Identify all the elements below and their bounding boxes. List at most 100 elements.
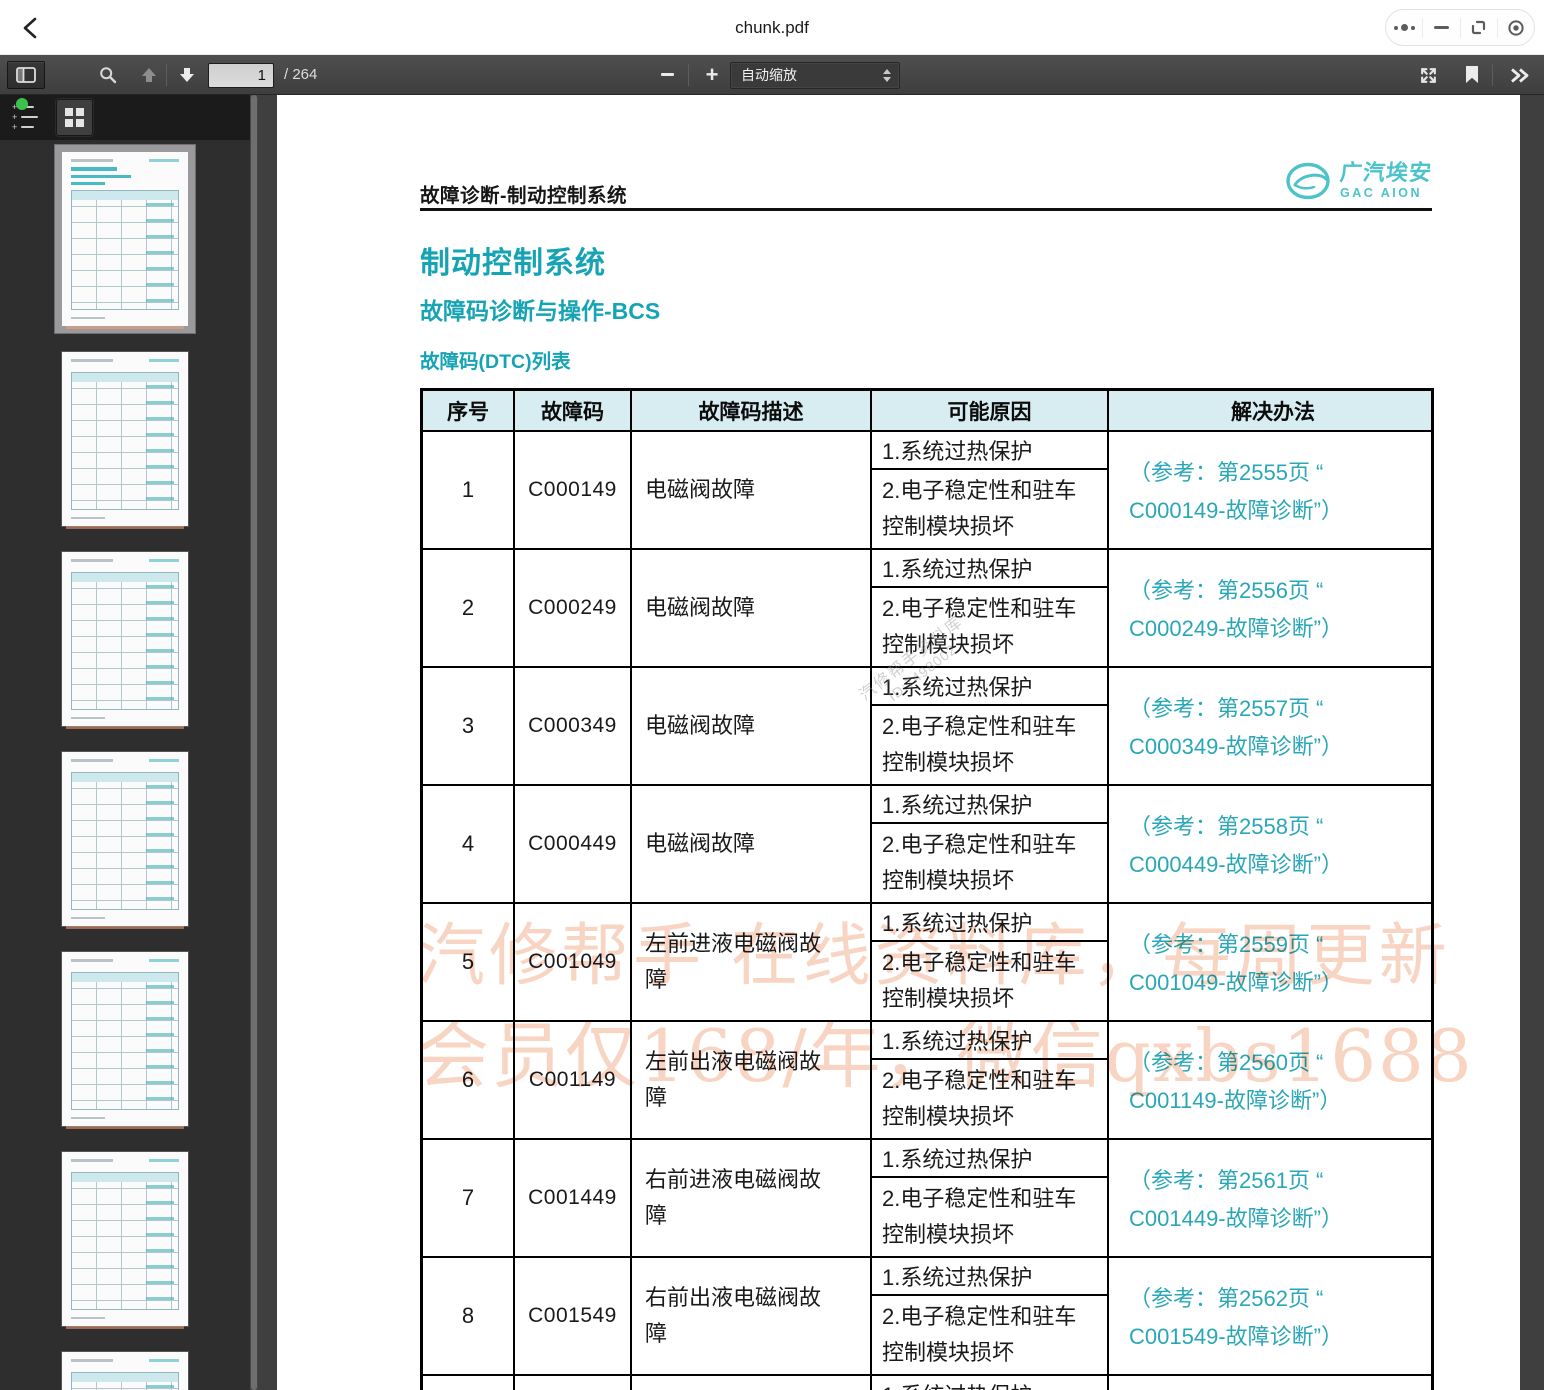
page-count-label: / 264	[284, 66, 318, 83]
arrow-up-icon	[142, 68, 156, 82]
find-button[interactable]	[92, 61, 124, 89]
more-menu-button[interactable]	[1386, 10, 1422, 45]
minimize-icon	[1433, 26, 1449, 29]
bookmark-button[interactable]	[1458, 61, 1486, 89]
table-row: 6 C001149 左前出液电磁阀故障 1.系统过热保护 2.电子稳定性和驻车控制模块损…	[423, 1020, 1431, 1138]
cell-index: 6	[461, 1067, 475, 1092]
page-number-input[interactable]	[208, 63, 274, 88]
plus-icon: +	[705, 62, 719, 87]
document-outline-button[interactable]: + + +	[8, 98, 44, 136]
presentation-mode-button[interactable]	[1412, 61, 1444, 89]
cell-solution-reference[interactable]: （参考：第2559页 “C001049-故障诊断”）	[1107, 904, 1437, 1020]
section-title: 制动控制系统	[420, 247, 606, 280]
divider	[166, 64, 167, 86]
page-thumbnail[interactable]	[62, 1352, 188, 1390]
cell-solution-reference[interactable]: （参考：第2555页 “C000149-故障诊断”）	[1107, 432, 1437, 548]
cell-description	[630, 1376, 870, 1390]
cell-dtc-code: C000249	[513, 550, 630, 666]
fullscreen-icon	[1420, 67, 1436, 83]
cell-possible-causes: 1.系统过热保护 2.电子稳定性和驻车控制模块损坏	[870, 432, 1107, 548]
table-row: 1 C000149 电磁阀故障 1.系统过热保护 2.电子稳定性和驻车控制模块损坏 （参考…	[423, 430, 1431, 548]
dtc-table: 序号 故障码 故障码描述 可能原因 解决办法 1 C000149 电磁阀故障 1.系统过热保护…	[420, 388, 1434, 1390]
cell-index: 7	[461, 1185, 475, 1210]
page-thumbnail[interactable]	[62, 752, 188, 929]
cell-solution-reference[interactable]: （参考：第2561页 “C001449-故障诊断”）	[1107, 1140, 1437, 1256]
cause-item: 1.系统过热保护	[872, 550, 1107, 588]
cause-item: 1.系统过热保护	[872, 1258, 1107, 1296]
dots-icon	[1393, 25, 1398, 30]
page-thumbnail[interactable]	[62, 552, 188, 729]
gac-emblem-icon	[1286, 162, 1330, 200]
cell-solution-reference[interactable]: （参考：第2558页 “C000449-故障诊断”）	[1107, 786, 1437, 902]
pdf-toolbar: / 264 + 自动缩放	[0, 55, 1544, 95]
cause-item: 2.电子稳定性和驻车控制模块损坏	[882, 1304, 1077, 1365]
thumbnail-view-button[interactable]	[56, 99, 93, 136]
close-capsule-button[interactable]	[1498, 10, 1534, 45]
green-status-dot	[16, 98, 28, 110]
cell-index: 5	[461, 949, 475, 974]
cell-index: 8	[461, 1303, 475, 1328]
zoom-out-button[interactable]	[652, 61, 682, 89]
next-page-button[interactable]	[172, 61, 202, 89]
previous-page-button[interactable]	[134, 61, 164, 89]
cell-solution-reference[interactable]: （参考：第2560页 “C001149-故障诊断”）	[1107, 1022, 1437, 1138]
column-header: 可能原因	[870, 391, 1107, 430]
cause-item: 1.系统过热保护	[872, 668, 1107, 706]
page-thumbnail[interactable]	[62, 1152, 188, 1329]
cell-solution-reference[interactable]: （参考：第2562页 “C001549-故障诊断”）	[1107, 1258, 1437, 1374]
cell-solution-reference	[1107, 1376, 1437, 1390]
sidebar-toggle-button[interactable]	[7, 61, 45, 89]
dtc-list-title: 故障码(DTC)列表	[420, 351, 571, 373]
cell-solution-reference[interactable]: （参考：第2557页 “C000349-故障诊断”）	[1107, 668, 1437, 784]
window-controls	[1385, 9, 1535, 46]
cell-dtc-code: C000149	[513, 432, 630, 548]
restore-button[interactable]	[1461, 10, 1497, 45]
cell-description: 右前出液电磁阀故障	[630, 1258, 870, 1374]
column-header: 序号	[447, 400, 489, 424]
cause-item: 1.系统过热保护	[872, 1376, 1107, 1390]
column-header: 解决办法	[1107, 391, 1437, 430]
cell-index: 3	[461, 713, 475, 738]
page-thumbnail[interactable]	[62, 152, 188, 329]
cell-solution-reference[interactable]: （参考：第2556页 “C000249-故障诊断”）	[1107, 550, 1437, 666]
page-thumbnail[interactable]	[62, 352, 188, 529]
cell-possible-causes: 1.系统过热保护 2.电子稳定性和驻车控制模块损坏	[870, 668, 1107, 784]
arrow-down-icon	[180, 68, 194, 82]
cause-item: 1.系统过热保护	[872, 904, 1107, 942]
table-body: 1 C000149 电磁阀故障 1.系统过热保护 2.电子稳定性和驻车控制模块损坏 （参考…	[423, 430, 1431, 1390]
cell-dtc-code: C001149	[513, 1022, 630, 1138]
cause-item: 1.系统过热保护	[872, 786, 1107, 824]
table-row: 2 C000249 电磁阀故障 1.系统过热保护 2.电子稳定性和驻车控制模块损坏 （参考…	[423, 548, 1431, 666]
table-row: 4 C000449 电磁阀故障 1.系统过热保护 2.电子稳定性和驻车控制模块损坏 （参考…	[423, 784, 1431, 902]
cause-item: 2.电子稳定性和驻车控制模块损坏	[882, 832, 1077, 893]
pdf-viewer-area: 故障诊断-制动控制系统 广汽埃安 GAC AION 制动控制系统 故障码诊断与操…	[258, 95, 1544, 1390]
cell-possible-causes: 1.系统过热保护 2.电子稳定性和驻车控制模块损坏	[870, 1258, 1107, 1374]
cell-possible-causes: 1.系统过热保护 2.电子稳定性和驻车控制模块损坏	[870, 1022, 1107, 1138]
cell-description: 电磁阀故障	[630, 432, 870, 548]
table-row: 1.系统过热保护	[423, 1374, 1431, 1390]
cell-dtc-code: C000449	[513, 786, 630, 902]
cause-item: 2.电子稳定性和驻车控制模块损坏	[882, 714, 1077, 775]
cell-description: 左前出液电磁阀故障	[630, 1022, 870, 1138]
table-row: 3 C000349 电磁阀故障 1.系统过热保护 2.电子稳定性和驻车控制模块损坏 （参考…	[423, 666, 1431, 784]
cell-description: 右前进液电磁阀故障	[630, 1140, 870, 1256]
cell-possible-causes: 1.系统过热保护 2.电子稳定性和驻车控制模块损坏	[870, 904, 1107, 1020]
cell-possible-causes: 1.系统过热保护 2.电子稳定性和驻车控制模块损坏	[870, 786, 1107, 902]
zoom-level-select[interactable]: 自动缩放	[730, 62, 900, 89]
cell-possible-causes: 1.系统过热保护 2.电子稳定性和驻车控制模块损坏	[870, 550, 1107, 666]
gac-aion-logo: 广汽埃安 GAC AION	[1285, 159, 1433, 203]
minimize-button[interactable]	[1423, 10, 1459, 45]
cell-dtc-code: C001049	[513, 904, 630, 1020]
zoom-in-button[interactable]: +	[696, 61, 728, 89]
thumbnail-list	[0, 140, 250, 1390]
scrollbar-thumb[interactable]	[251, 95, 257, 1390]
table-header-row: 序号 故障码 故障码描述 可能原因 解决办法	[423, 391, 1431, 430]
cell-description: 电磁阀故障	[630, 786, 870, 902]
page-thumbnail[interactable]	[62, 952, 188, 1129]
sidebar-toggle-icon	[16, 67, 36, 83]
search-icon	[100, 67, 117, 84]
sidebar-toolbar: + + +	[0, 95, 250, 140]
sidebar-scrollbar[interactable]	[250, 95, 258, 1390]
more-tools-button[interactable]	[1500, 61, 1538, 89]
table-row: 7 C001449 右前进液电磁阀故障 1.系统过热保护 2.电子稳定性和驻车控制模块损…	[423, 1138, 1431, 1256]
